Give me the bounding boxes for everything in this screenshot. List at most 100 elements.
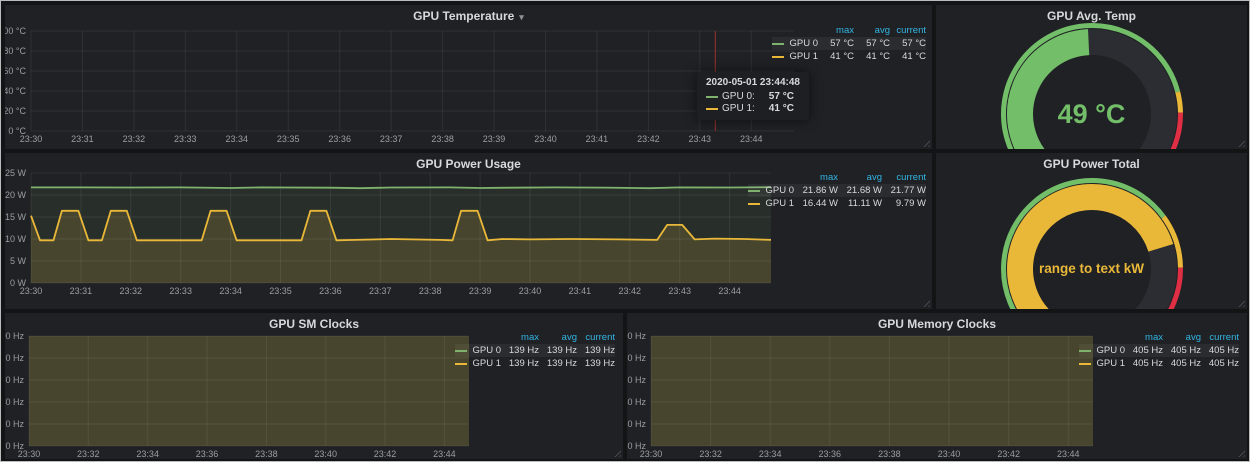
panel-gpu-power-total: GPU Power Total range to text kW	[936, 153, 1247, 309]
legend-value: 57 °C	[854, 38, 890, 49]
gpu-temperature-legend: maxavgcurrentGPU 057 °C57 °C57 °CGPU 141…	[772, 24, 926, 63]
graph-tooltip: 2020-05-01 23:44:48 GPU 0:57 °CGPU 1:41 …	[697, 72, 809, 120]
y-axis-tick-label: 20 Hz	[627, 419, 646, 429]
legend-header-row: maxavgcurrent	[1079, 331, 1239, 344]
legend-series-name[interactable]: GPU 0	[772, 38, 818, 49]
legend-header: avg	[1163, 332, 1201, 343]
panel-title-gpu-sm-clocks[interactable]: GPU SM Clocks	[5, 317, 623, 331]
y-axis-tick-label: 10 W	[5, 234, 26, 244]
panel-gpu-power-usage: GPU Power Usage 0 W5 W10 W15 W20 W25 W23…	[5, 153, 932, 309]
x-axis-tick-label: 23:39	[469, 286, 492, 296]
x-axis-tick-label: 23:32	[699, 449, 722, 459]
legend-series-name[interactable]: GPU 0	[455, 345, 501, 356]
series-color-dash-icon	[455, 350, 467, 352]
panel-title-gpu-power-total[interactable]: GPU Power Total	[936, 157, 1247, 171]
panel-title-gpu-memory-clocks[interactable]: GPU Memory Clocks	[627, 317, 1247, 331]
legend-header: max	[818, 25, 854, 36]
y-axis-tick-label: 60 Hz	[627, 375, 646, 385]
x-axis-tick-label: 23:32	[120, 286, 143, 296]
x-axis-tick-label: 23:37	[369, 286, 392, 296]
x-axis-tick-label: 23:30	[20, 286, 43, 296]
gpu-avg-temp-gauge	[936, 5, 1247, 149]
y-axis-tick-label: 100 Hz	[627, 331, 646, 341]
legend-series-name[interactable]: GPU 1	[772, 51, 818, 62]
legend-series-name[interactable]: GPU 1	[455, 358, 501, 369]
x-axis-tick-label: 23:32	[77, 449, 100, 459]
panel-gpu-avg-temp: GPU Avg. Temp 49 °C	[936, 5, 1247, 149]
legend-value: 139 Hz	[539, 345, 577, 356]
legend-value: 405 Hz	[1201, 345, 1239, 356]
tooltip-series-value: 41 °C	[769, 103, 800, 114]
y-axis-tick-label: 60 °C	[5, 66, 26, 76]
gpu-sm-clocks-legend: maxavgcurrentGPU 0139 Hz139 Hz139 HzGPU …	[455, 331, 615, 370]
y-axis-tick-label: 100 Hz	[5, 331, 24, 341]
y-axis-tick-label: 40 °C	[5, 86, 26, 96]
x-axis-tick-label: 23:40	[314, 449, 337, 459]
x-axis-tick-label: 23:42	[619, 286, 642, 296]
x-axis-tick-label: 23:34	[219, 286, 242, 296]
x-axis-tick-label: 23:43	[668, 286, 691, 296]
legend-row: GPU 116.44 W11.11 W9.79 W	[748, 197, 926, 210]
series-line	[31, 187, 771, 188]
y-axis-tick-label: 5 W	[10, 256, 27, 266]
tooltip-series-value: 57 °C	[769, 91, 800, 102]
legend-value: 41 °C	[818, 51, 854, 62]
panel-title-gpu-temperature[interactable]: GPU Temperature▾	[5, 9, 932, 23]
legend-value: 139 Hz	[501, 358, 539, 369]
series-color-dash-icon	[455, 363, 467, 365]
legend-series-name[interactable]: GPU 0	[1079, 345, 1125, 356]
panel-title-gpu-avg-temp[interactable]: GPU Avg. Temp	[936, 9, 1247, 23]
legend-value: 41 °C	[890, 51, 926, 62]
x-axis-tick-label: 23:36	[319, 286, 342, 296]
series-color-dash-icon	[772, 43, 784, 45]
panel-title-text: GPU Temperature	[413, 9, 514, 23]
panel-gpu-temperature: GPU Temperature▾ 0 °C20 °C40 °C60 °C80 °…	[5, 5, 932, 149]
x-axis-tick-label: 23:30	[20, 134, 43, 144]
x-axis-tick-label: 23:38	[431, 134, 454, 144]
panel-title-gpu-power-usage[interactable]: GPU Power Usage	[5, 157, 932, 171]
gauge-threshold-arc	[1178, 92, 1181, 113]
legend-header: avg	[539, 332, 577, 343]
y-axis-tick-label: 80 Hz	[627, 353, 646, 363]
panel-title-text: GPU Power Total	[1043, 157, 1139, 171]
legend-series-name[interactable]: GPU 1	[1079, 358, 1125, 369]
legend-header: max	[501, 332, 539, 343]
x-axis-tick-label: 23:31	[70, 286, 93, 296]
legend-series-name[interactable]: GPU 0	[748, 185, 794, 196]
legend-header: avg	[854, 25, 890, 36]
x-axis-tick-label: 23:36	[328, 134, 351, 144]
legend-series-name[interactable]: GPU 1	[748, 198, 794, 209]
legend-header-row: maxavgcurrent	[772, 24, 926, 37]
grafana-dashboard: GPU Temperature▾ 0 °C20 °C40 °C60 °C80 °…	[0, 0, 1250, 462]
legend-row: GPU 1139 Hz139 Hz139 Hz	[455, 357, 615, 370]
gauge-value-arc	[1020, 42, 1089, 149]
x-axis-tick-label: 23:34	[136, 449, 159, 459]
y-axis-tick-label: 20 Hz	[5, 419, 24, 429]
legend-row: GPU 0405 Hz405 Hz405 Hz	[1079, 344, 1239, 357]
series-color-dash-icon	[1079, 363, 1091, 365]
legend-value: 405 Hz	[1201, 358, 1239, 369]
x-axis-tick-label: 23:41	[586, 134, 609, 144]
x-axis-tick-label: 23:44	[433, 449, 456, 459]
x-axis-tick-label: 23:31	[71, 134, 94, 144]
y-axis-tick-label: 20 °C	[5, 106, 26, 116]
legend-header: max	[1125, 332, 1163, 343]
x-axis-tick-label: 23:37	[380, 134, 403, 144]
panel-title-text: GPU Power Usage	[416, 157, 521, 171]
x-axis-tick-label: 23:40	[938, 449, 961, 459]
y-axis-tick-label: 80 °C	[5, 46, 26, 56]
legend-value: 21.68 W	[838, 185, 882, 196]
legend-row: GPU 0139 Hz139 Hz139 Hz	[455, 344, 615, 357]
legend-header-row: maxavgcurrent	[748, 171, 926, 184]
x-axis-tick-label: 23:34	[759, 449, 782, 459]
gpu-memory-clocks-legend: maxavgcurrentGPU 0405 Hz405 Hz405 HzGPU …	[1079, 331, 1239, 370]
gpu-power-usage-legend: maxavgcurrentGPU 021.86 W21.68 W21.77 WG…	[748, 171, 926, 210]
x-axis-tick-label: 23:42	[997, 449, 1020, 459]
tooltip-series-name: GPU 0:	[722, 91, 755, 102]
legend-value: 9.79 W	[882, 198, 926, 209]
x-axis-tick-label: 23:42	[637, 134, 660, 144]
series-color-dash-icon	[748, 190, 760, 192]
legend-row: GPU 1405 Hz405 Hz405 Hz	[1079, 357, 1239, 370]
y-axis-tick-label: 100 °C	[5, 26, 26, 36]
panel-title-text: GPU SM Clocks	[269, 317, 359, 331]
